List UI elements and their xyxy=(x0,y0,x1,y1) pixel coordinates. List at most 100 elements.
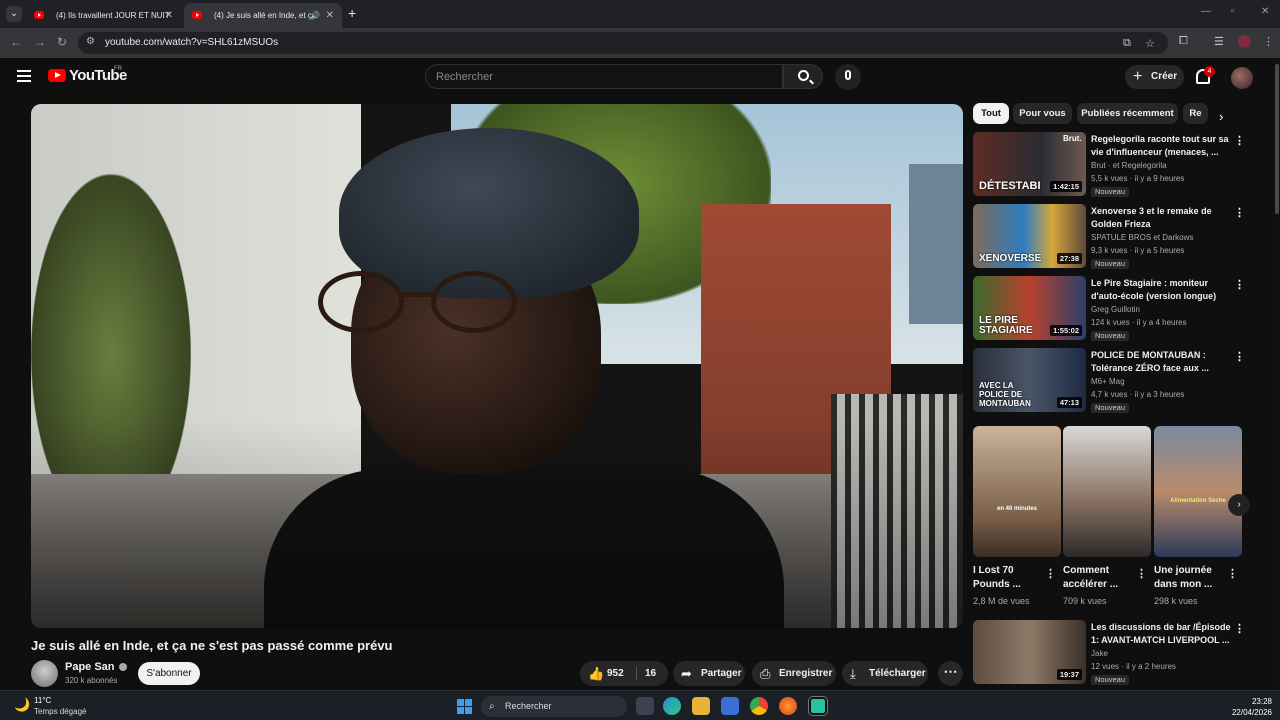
channel-avatar[interactable] xyxy=(31,660,58,687)
page-scrollbar[interactable] xyxy=(1274,62,1280,690)
recommendation-channel[interactable]: M6+ Mag xyxy=(1091,377,1125,386)
recommendation-title[interactable]: Les discussions de bar /Épisode 1: AVANT… xyxy=(1091,621,1231,647)
chip-related[interactable]: Re xyxy=(1183,103,1208,124)
edge-browser-icon[interactable] xyxy=(663,697,681,715)
dislike-count[interactable]: 16 xyxy=(645,661,656,686)
kebab-menu-icon[interactable]: ⋮ xyxy=(1234,622,1245,635)
terminal-app-icon[interactable] xyxy=(808,696,828,716)
short-title[interactable]: I Lost 70 Pounds ... xyxy=(973,564,1043,592)
task-view-icon[interactable] xyxy=(636,697,654,715)
save-button[interactable]: ⎙ Enregistrer xyxy=(752,661,836,686)
duration-badge: 27:38 xyxy=(1056,253,1082,264)
video-thumbnail[interactable]: 19:37 xyxy=(973,620,1086,684)
recommended-video[interactable]: AVEC LA POLICE DE MONTAUBAN 47:13 POLICE… xyxy=(973,348,1253,414)
subscribe-button[interactable]: S'abonner xyxy=(138,662,200,685)
recommendation-channel[interactable]: Jake xyxy=(1091,649,1108,658)
reload-icon[interactable]: ↻ xyxy=(57,35,67,49)
kebab-menu-icon[interactable]: ⋮ xyxy=(1234,206,1245,219)
reading-list-icon[interactable]: ☰ xyxy=(1214,35,1224,48)
recommended-video[interactable]: LE PIRE STAGIAIRE 1:55:02 Le Pire Stagia… xyxy=(973,276,1253,342)
browser-profile-avatar[interactable] xyxy=(1238,35,1251,48)
minimize-icon[interactable]: — xyxy=(1201,6,1211,17)
short-thumbnail[interactable]: Alimentation Sèche xyxy=(1154,426,1242,557)
tab-search-icon[interactable]: ⌄ xyxy=(6,6,22,22)
video-thumbnail[interactable]: AVEC LA POLICE DE MONTAUBAN 47:13 xyxy=(973,348,1086,412)
scrollbar-thumb[interactable] xyxy=(1275,64,1279,214)
video-player[interactable] xyxy=(31,104,963,628)
bookmark-star-icon[interactable]: ☆ xyxy=(1145,37,1155,50)
moon-weather-icon[interactable]: 🌙 xyxy=(14,697,30,713)
install-app-icon[interactable]: ⧉ xyxy=(1123,37,1131,50)
recommendation-title[interactable]: Le Pire Stagiaire : moniteur d'auto-écol… xyxy=(1091,277,1231,303)
taskbar-search[interactable]: ⌕ Rechercher xyxy=(481,696,627,717)
temperature[interactable]: 11°C xyxy=(34,696,51,705)
menu-hamburger-icon[interactable] xyxy=(17,70,31,82)
recommended-video[interactable]: Brut. DÉTESTABI 1:42:15 Regelegorila rac… xyxy=(973,132,1253,198)
channel-name-row[interactable]: Pape San xyxy=(65,661,127,673)
new-tab-icon[interactable]: + xyxy=(348,5,356,21)
kebab-menu-icon[interactable]: ⋮ xyxy=(1136,567,1147,580)
browser-tab-1[interactable]: (4) Ils travaillent JOUR ET NUIT ✕ xyxy=(26,3,181,28)
browser-menu-icon[interactable]: ⋮ xyxy=(1263,35,1274,48)
create-button[interactable]: + Créer xyxy=(1125,65,1184,89)
account-avatar[interactable] xyxy=(1231,67,1253,89)
search-input[interactable] xyxy=(436,69,766,85)
recommendation-title[interactable]: Regelegorila raconte tout sur sa vie d'i… xyxy=(1091,133,1231,159)
extensions-icon[interactable]: ⧠ xyxy=(1179,35,1188,48)
chip-recent[interactable]: Publiées récemment xyxy=(1077,103,1178,124)
like-thumb-icon[interactable]: 👍 xyxy=(588,661,604,686)
close-tab-icon[interactable]: ✕ xyxy=(326,3,334,28)
back-icon[interactable]: ← xyxy=(10,35,22,49)
shorts-next-icon[interactable]: › xyxy=(1228,494,1250,516)
recommendation-title[interactable]: POLICE DE MONTAUBAN : Tolérance ZÉRO fac… xyxy=(1091,349,1231,375)
address-bar[interactable]: ⚙ youtube.com/watch?v=SHL61zMSUOs ⧉ ☆ xyxy=(78,32,1168,54)
url-text: youtube.com/watch?v=SHL61zMSUOs xyxy=(105,37,279,48)
voice-search-button[interactable] xyxy=(835,64,861,90)
recommendation-channel[interactable]: SPATULE BROS et Darkows xyxy=(1091,233,1193,242)
kebab-menu-icon[interactable]: ⋮ xyxy=(1234,350,1245,363)
more-actions-icon[interactable]: ⋯ xyxy=(938,661,963,686)
thumbnail-text: DÉTESTABI xyxy=(979,180,1041,192)
browser-tab-2[interactable]: (4) Je suis allé en Inde, et ça 🔊 ✕ xyxy=(184,3,342,28)
chip-all[interactable]: Tout xyxy=(973,103,1009,124)
kebab-menu-icon[interactable]: ⋮ xyxy=(1227,567,1238,580)
search-icon xyxy=(798,70,809,81)
kebab-menu-icon[interactable]: ⋮ xyxy=(1234,278,1245,291)
recommended-video[interactable]: XENOVERSE 27:38 Xenoverse 3 et le remake… xyxy=(973,204,1253,270)
recommended-video[interactable]: 19:37 Les discussions de bar /Épisode 1:… xyxy=(973,620,1253,686)
weather-description[interactable]: Temps dégagé xyxy=(34,707,86,716)
recommendation-channel[interactable]: Greg Guillotin xyxy=(1091,305,1140,314)
kebab-menu-icon[interactable]: ⋮ xyxy=(1045,567,1056,580)
short-thumbnail[interactable]: en 40 minutes xyxy=(973,426,1061,557)
short-thumbnail[interactable] xyxy=(1063,426,1151,557)
video-thumbnail[interactable]: LE PIRE STAGIAIRE 1:55:02 xyxy=(973,276,1086,340)
recommendation-title[interactable]: Xenoverse 3 et le remake de Golden Friez… xyxy=(1091,205,1231,231)
like-count[interactable]: 952 xyxy=(607,661,624,686)
site-info-icon[interactable]: ⚙ xyxy=(86,36,95,47)
youtube-header: YouTube FR + Créer 4 xyxy=(0,58,1280,100)
windows-start-icon[interactable] xyxy=(457,699,472,714)
download-button[interactable]: ⤓ Télécharger xyxy=(842,661,928,686)
short-title[interactable]: Une journée dans mon ... xyxy=(1154,564,1224,592)
firefox-icon[interactable] xyxy=(779,697,797,715)
search-button[interactable] xyxy=(783,64,823,89)
recommendation-channel[interactable]: Brut · et Regelegorila xyxy=(1091,161,1167,170)
audio-playing-icon[interactable]: 🔊 xyxy=(310,3,320,28)
close-tab-icon[interactable]: ✕ xyxy=(165,3,173,28)
restore-icon[interactable]: ▫ xyxy=(1231,6,1235,17)
video-thumbnail[interactable]: Brut. DÉTESTABI 1:42:15 xyxy=(973,132,1086,196)
chip-for-you[interactable]: Pour vous xyxy=(1013,103,1072,124)
youtube-logo-icon[interactable] xyxy=(48,69,66,82)
close-window-icon[interactable]: ✕ xyxy=(1261,6,1269,17)
store-icon[interactable] xyxy=(721,697,739,715)
forward-icon[interactable]: → xyxy=(34,35,46,49)
file-explorer-icon[interactable] xyxy=(692,697,710,715)
share-button[interactable]: ➦ Partager xyxy=(673,661,745,686)
kebab-menu-icon[interactable]: ⋮ xyxy=(1234,134,1245,147)
chevron-right-icon[interactable]: › xyxy=(1219,109,1223,124)
channel-name[interactable]: Pape San xyxy=(65,661,115,673)
chrome-icon[interactable] xyxy=(750,697,768,715)
system-clock[interactable]: 23:28 22/04/2026 xyxy=(1218,696,1272,718)
short-title[interactable]: Comment accélérer ... xyxy=(1063,564,1133,592)
video-thumbnail[interactable]: XENOVERSE 27:38 xyxy=(973,204,1086,268)
